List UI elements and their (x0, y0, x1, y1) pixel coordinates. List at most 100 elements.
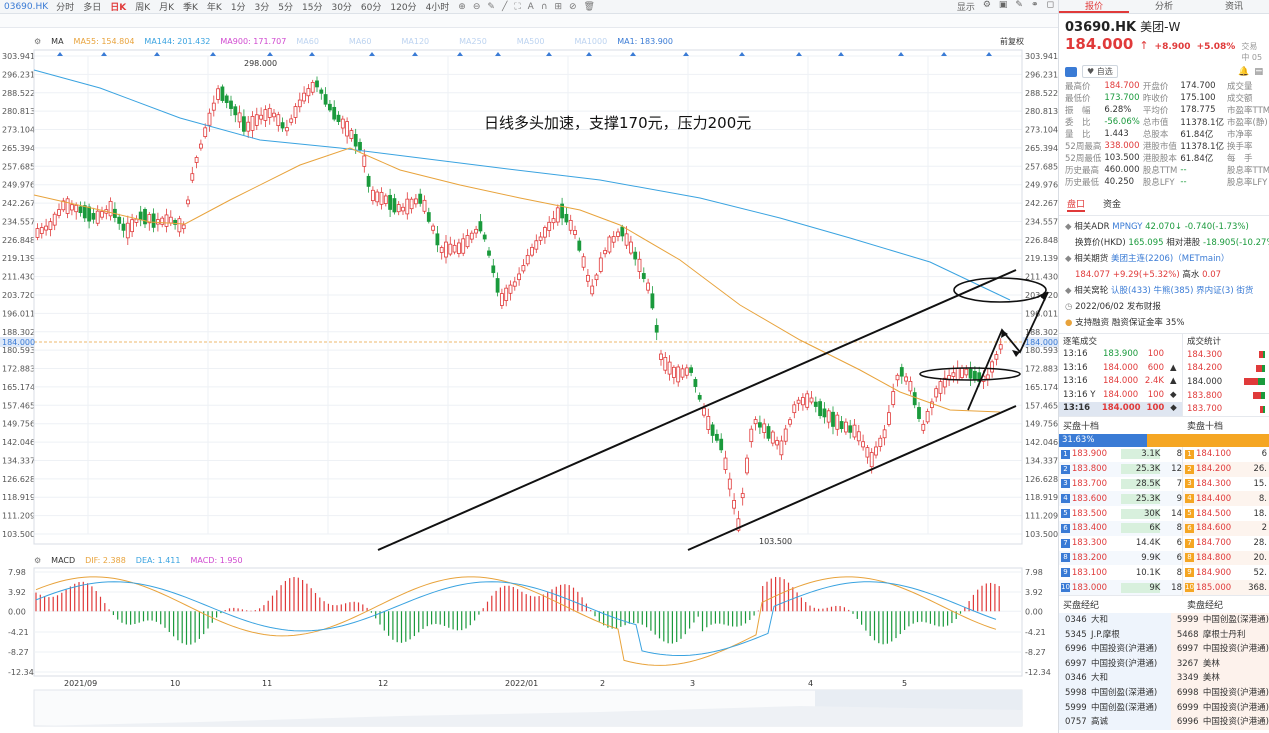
gear-icon[interactable]: ⚙ (34, 556, 41, 568)
sell-broker-row[interactable]: 5468 摩根士丹利 (1177, 628, 1269, 643)
line-tool-icon[interactable]: ╱ (502, 2, 507, 12)
trash-icon[interactable]: 🗑 (584, 2, 595, 12)
window-icon[interactable]: ◻ (1047, 0, 1054, 14)
tab-analysis[interactable]: 分析 (1129, 0, 1199, 13)
period-tab[interactable]: 1分 (231, 0, 246, 13)
camera-icon[interactable]: ▣ (999, 0, 1008, 14)
sell-broker-row[interactable]: 3349 美林 (1177, 671, 1269, 686)
ma55-label[interactable]: MA55: 154.804 (74, 37, 135, 46)
ma1-label[interactable]: MA1: 183.900 (617, 37, 673, 46)
magnet-icon[interactable]: ∩ (541, 2, 548, 12)
kline-chart[interactable]: 303.941 303.941 296.231 296.231 288.522 288.5… (0, 48, 1058, 733)
ask-row[interactable]: 3 184.300 15. (1183, 476, 1269, 492)
ma-other-label[interactable]: MA60 (349, 37, 372, 46)
ask-row[interactable]: 1 184.100 6 (1183, 446, 1269, 462)
period-tab[interactable]: 月K (159, 0, 174, 13)
bid-row[interactable]: 3 183.700 28.5K 7 (1059, 476, 1182, 492)
sell-broker-row[interactable]: 6999 中国投资(沪港通) (1177, 701, 1269, 716)
period-tab[interactable]: 日K (110, 0, 126, 13)
display-menu[interactable]: 显示 (957, 0, 975, 14)
zoom-in-icon[interactable]: ⊕ (458, 2, 466, 12)
ma-other-label[interactable]: MA250 (459, 37, 487, 46)
share-icon[interactable] (1065, 66, 1077, 77)
buy-broker-row[interactable]: 5998 中国创盈(深港通) (1065, 686, 1171, 701)
period-tab[interactable]: 120分 (390, 0, 416, 13)
bid-row[interactable]: 4 183.600 25.3K 9 (1059, 491, 1182, 507)
ma-other-label[interactable]: MA500 (517, 37, 545, 46)
sell-broker-row[interactable]: 6998 中国投资(沪港通) (1177, 686, 1269, 701)
ma900-label[interactable]: MA900: 171.707 (220, 37, 286, 46)
sell-broker-row[interactable]: 6997 中国投资(沪港通) (1177, 642, 1269, 657)
bell-icon[interactable]: 🔔 (1238, 67, 1249, 77)
ask-row[interactable]: 9 184.900 52. (1183, 565, 1269, 581)
zoom-out-icon[interactable]: ⊖ (473, 2, 481, 12)
bid-row[interactable]: 10 183.000 9K 18 (1059, 580, 1182, 595)
bid-row[interactable]: 7 183.300 14.4K 6 (1059, 535, 1182, 551)
bid-row[interactable]: 1 183.900 3.1K 8 (1059, 446, 1182, 462)
related-futures[interactable]: ◆ 相关期货 美团主连(2206)（METmain） (1059, 250, 1269, 266)
buy-broker-row[interactable]: 0757 高诚 (1065, 715, 1171, 730)
tab-funds[interactable]: 资金 (1103, 197, 1121, 212)
ask-row[interactable]: 10 185.000 368. (1183, 580, 1269, 595)
ma144-label[interactable]: MA144: 201.432 (144, 37, 210, 46)
bid-row[interactable]: 9 183.100 10.1K 8 (1059, 565, 1182, 581)
tab-news[interactable]: 资讯 (1199, 0, 1269, 13)
ma-other-label[interactable]: MA1000 (574, 37, 607, 46)
sell-broker-row[interactable]: 5999 中国创盈(深港通) (1177, 613, 1269, 628)
period-tab[interactable]: 3分 (255, 0, 270, 13)
period-tab[interactable]: 分时 (56, 0, 74, 13)
related-adr[interactable]: ◆ 相关ADR MPNGY 42.070↓ -0.740(-1.73%) (1059, 218, 1269, 234)
shape-tool-icon[interactable]: ⛶ (514, 2, 520, 12)
ask-row[interactable]: 6 184.600 2 (1183, 520, 1269, 536)
bid-row[interactable]: 8 183.200 9.9K 6 (1059, 550, 1182, 566)
related-warrants[interactable]: ◆ 相关窝轮 认股(433) 牛熊(385) 界内证(3) 街货 (1059, 282, 1269, 298)
lock-icon[interactable]: ⊘ (569, 2, 577, 12)
ma-label[interactable]: MA (51, 37, 63, 46)
buy-broker-row[interactable]: 6996 中国投资(沪港通) (1065, 642, 1171, 657)
watchlist-button[interactable]: ♥ 自选 (1082, 65, 1118, 78)
period-tab[interactable]: 30分 (331, 0, 351, 13)
pen-icon[interactable]: ✎ (487, 2, 495, 12)
period-tab[interactable]: 多日 (83, 0, 101, 13)
candle-body (620, 226, 625, 237)
candle-body (732, 500, 736, 509)
ma-other-label[interactable]: MA120 (401, 37, 429, 46)
period-tab[interactable]: 年K (207, 0, 222, 13)
period-tab[interactable]: 15分 (302, 0, 322, 13)
period-tab[interactable]: 周K (135, 0, 150, 13)
ask-row[interactable]: 7 184.700 28. (1183, 535, 1269, 551)
ruler-icon[interactable]: ⊞ (554, 2, 562, 12)
sell-broker-row[interactable]: 6996 中国投资(沪港通) (1177, 715, 1269, 730)
bid-row[interactable]: 5 183.500 30K 14 (1059, 506, 1182, 521)
period-tab[interactable]: 60分 (361, 0, 381, 13)
bid-row[interactable]: 6 183.400 6K 8 (1059, 520, 1182, 536)
gear-icon[interactable]: ⚙ (34, 37, 41, 46)
buy-broker-row[interactable]: 5999 中国创盈(深港通) (1065, 701, 1171, 716)
settings-icon[interactable]: ⚙ (983, 0, 991, 14)
bid-row[interactable]: 2 183.800 25.3K 12 (1059, 461, 1182, 477)
more-icon[interactable]: ▤ (1254, 67, 1263, 77)
macd-label[interactable]: MACD (51, 556, 75, 568)
period-tab[interactable]: 季K (183, 0, 198, 13)
ask-row[interactable]: 2 184.200 26. (1183, 461, 1269, 477)
buy-broker-row[interactable]: 5345 J.P.摩根 (1065, 628, 1171, 643)
ask-row[interactable]: 5 184.500 18. (1183, 506, 1269, 521)
link-icon[interactable]: ⚭ (1031, 0, 1039, 14)
adjust-button[interactable]: 前复权 (1000, 36, 1024, 47)
draw-icon[interactable]: ✎ (1015, 0, 1023, 14)
ma-other-label[interactable]: MA60 (296, 37, 319, 46)
buy-broker-row[interactable]: 6997 中国投资(沪港通) (1065, 657, 1171, 672)
stats-cell: 市盈率(静) (1227, 118, 1268, 128)
ask-row[interactable]: 8 184.800 20. (1183, 550, 1269, 566)
stock-code[interactable]: 03690.HK (4, 2, 48, 12)
tab-quote[interactable]: 报价 (1059, 0, 1129, 13)
ask-row[interactable]: 4 184.400 8. (1183, 491, 1269, 507)
user-drawings[interactable] (377, 269, 1049, 551)
tab-orderbook[interactable]: 盘口 (1067, 197, 1086, 212)
period-tab[interactable]: 5分 (278, 0, 293, 13)
text-tool-icon[interactable]: A (528, 2, 534, 12)
buy-broker-row[interactable]: 0346 大和 (1065, 671, 1171, 686)
period-tab[interactable]: 4小时 (426, 0, 450, 13)
buy-broker-row[interactable]: 0346 大和 (1065, 613, 1171, 628)
sell-broker-row[interactable]: 3267 美林 (1177, 657, 1269, 672)
